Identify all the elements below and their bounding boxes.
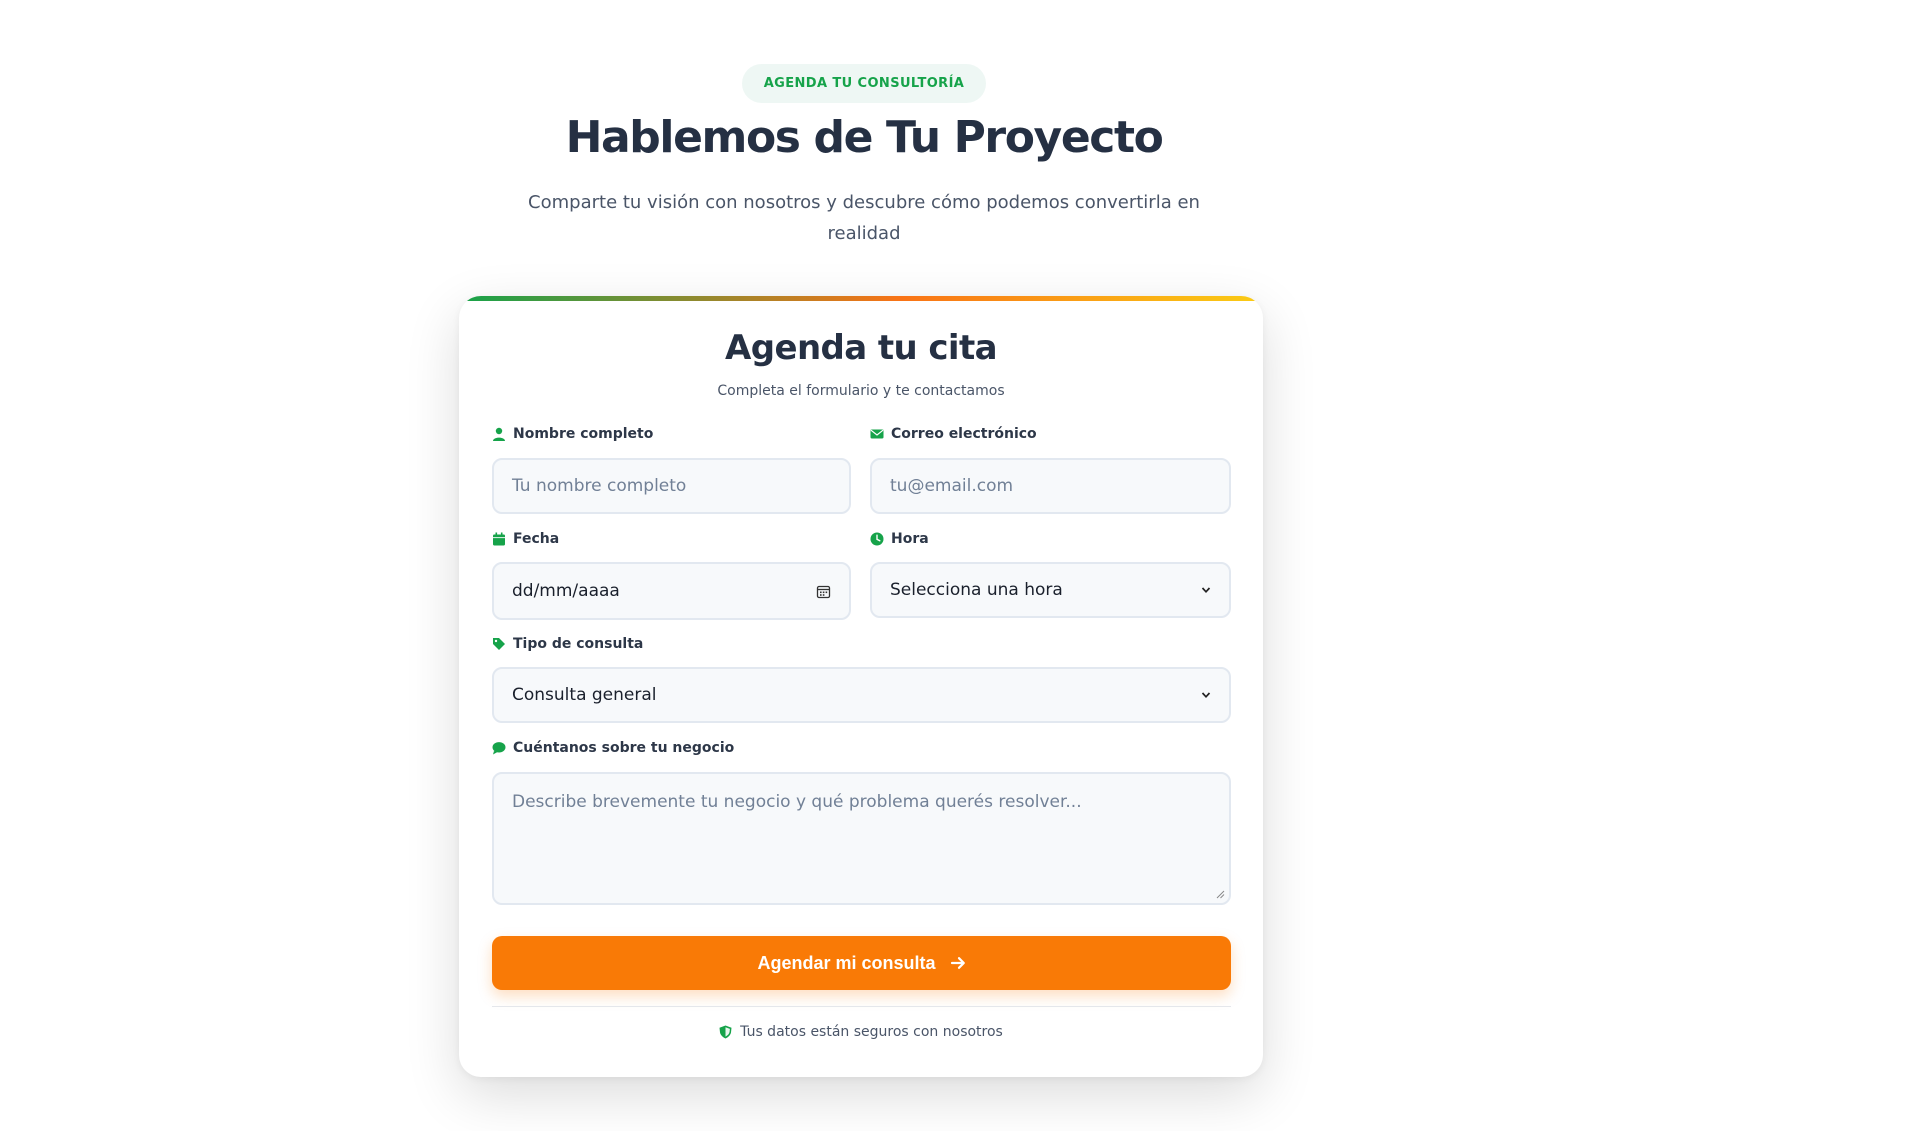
- date-placeholder: dd/mm/aaaa: [512, 581, 620, 601]
- message-placeholder: Describe brevemente tu negocio y qué pro…: [512, 792, 1082, 812]
- name-input[interactable]: Tu nombre completo: [492, 458, 851, 514]
- date-input[interactable]: dd/mm/aaaa: [492, 562, 851, 620]
- date-label-text: Fecha: [513, 531, 560, 547]
- time-select-value: Selecciona una hora: [890, 580, 1063, 600]
- email-input[interactable]: tu@email.com: [870, 458, 1231, 514]
- tag-icon: [493, 638, 505, 650]
- form-divider: [492, 1006, 1231, 1007]
- section-badge: AGENDA TU CONSULTORÍA: [742, 64, 986, 103]
- name-label: Nombre completo: [492, 426, 653, 442]
- form-subtitle: Completa el formulario y te contactamos: [717, 383, 1005, 399]
- name-placeholder: Tu nombre completo: [512, 476, 687, 496]
- page-title: Hablemos de Tu Proyecto: [565, 112, 1164, 163]
- resize-handle-icon[interactable]: [1215, 889, 1225, 899]
- chevron-down-icon: [1201, 692, 1211, 699]
- type-label: Tipo de consulta: [492, 636, 643, 652]
- card-accent-bar: [459, 296, 1263, 301]
- user-icon: [493, 427, 505, 441]
- type-label-text: Tipo de consulta: [513, 636, 644, 652]
- time-select[interactable]: Selecciona una hora: [870, 562, 1231, 618]
- email-placeholder: tu@email.com: [890, 476, 1014, 496]
- page: AGENDA TU CONSULTORÍA Hablemos de Tu Pro…: [0, 0, 1920, 1131]
- date-label: Fecha: [492, 531, 559, 547]
- chat-icon: [492, 742, 506, 755]
- time-label-text: Hora: [891, 531, 929, 547]
- name-label-text: Nombre completo: [513, 426, 654, 442]
- submit-button-label: Agendar mi consulta: [757, 952, 936, 973]
- type-select-value: Consulta general: [512, 685, 657, 705]
- form-title: Agenda tu cita: [725, 328, 998, 368]
- shield-icon: [719, 1025, 732, 1039]
- time-label: Hora: [870, 531, 929, 547]
- calendar-picker-icon[interactable]: [816, 584, 831, 599]
- message-label: Cuéntanos sobre tu negocio: [492, 740, 734, 756]
- submit-button[interactable]: Agendar mi consulta: [492, 936, 1231, 990]
- email-label: Correo electrónico: [870, 426, 1037, 442]
- email-label-text: Correo electrónico: [891, 426, 1037, 442]
- page-subtitle: Comparte tu visión con nosotros y descub…: [528, 192, 1200, 244]
- security-note: Tus datos están seguros con nosotros: [459, 1024, 1263, 1040]
- calendar-icon: [493, 532, 505, 546]
- consultation-type-select[interactable]: Consulta general: [492, 667, 1231, 723]
- envelope-icon: [870, 429, 884, 439]
- clock-icon: [870, 532, 884, 546]
- arrow-right-icon: [950, 957, 965, 969]
- chevron-down-icon: [1201, 587, 1211, 594]
- message-label-text: Cuéntanos sobre tu negocio: [513, 740, 735, 756]
- business-description-textarea[interactable]: Describe brevemente tu negocio y qué pro…: [492, 772, 1231, 905]
- security-note-text: Tus datos están seguros con nosotros: [740, 1024, 1003, 1040]
